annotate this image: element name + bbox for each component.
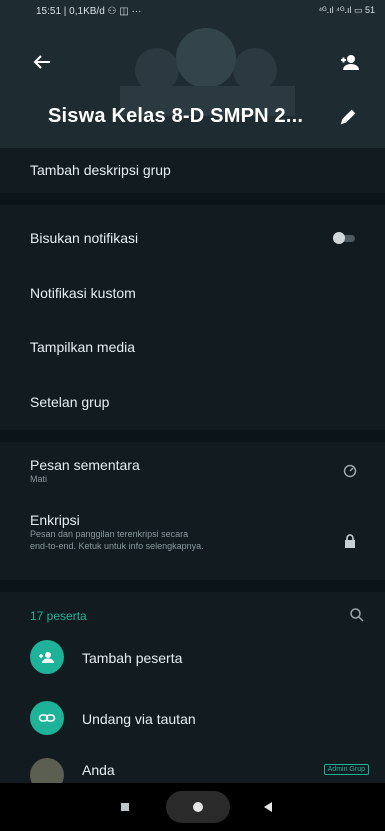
encryption-title: Enkripsi <box>30 512 80 528</box>
add-description-link[interactable]: Tambah deskripsi grup <box>30 162 171 178</box>
member-name[interactable]: Anda <box>82 762 115 778</box>
group-title: Siswa Kelas 8-D SMPN 2... <box>48 105 304 127</box>
lock-icon <box>345 534 355 548</box>
invite-link-label[interactable]: Undang via tautan <box>82 711 196 727</box>
status-bar: 15:51 | 0,1KB/d ⚇ ◫ ··· ⁴ᴳ.ıl ⁴ᴳ.ıl ▭ 51 <box>0 0 385 24</box>
disappearing-title: Pesan sementara <box>30 457 140 473</box>
disappearing-messages[interactable]: Pesan sementara Mati <box>30 457 140 485</box>
description-card: Tambah deskripsi grup <box>0 148 385 193</box>
encryption-desc-line1: Pesan dan panggilan terenkripsi secara <box>30 529 189 539</box>
home-button[interactable] <box>166 791 230 823</box>
settings-card: Bisukan notifikasi Notifikasi kustom Tam… <box>0 205 385 430</box>
link-icon <box>38 714 56 722</box>
participants-card: 17 peserta Tambah peserta Undang via tau… <box>0 592 385 792</box>
add-participant-icon[interactable] <box>339 50 363 74</box>
edit-pencil-icon[interactable] <box>337 106 359 128</box>
status-right: ⁴ᴳ.ıl ⁴ᴳ.ıl ▭ 51 <box>318 5 375 15</box>
participant-count: 17 peserta <box>30 609 87 623</box>
invite-link-button[interactable] <box>30 701 64 735</box>
custom-notifications[interactable]: Notifikasi kustom <box>30 285 136 301</box>
admin-badge: Admin Grup <box>323 764 369 775</box>
encryption-info[interactable]: Enkripsi Pesan dan panggilan terenkripsi… <box>30 512 320 552</box>
back-nav-icon[interactable] <box>262 801 274 813</box>
search-icon[interactable] <box>349 607 365 623</box>
encryption-desc-line2: end-to-end. Ketuk untuk info selengkapny… <box>30 541 204 551</box>
show-media[interactable]: Tampilkan media <box>30 339 135 355</box>
disappearing-status: Mati <box>30 474 48 484</box>
timer-icon <box>343 464 357 478</box>
mute-notifications[interactable]: Bisukan notifikasi <box>30 230 138 246</box>
add-participant-label[interactable]: Tambah peserta <box>82 650 182 666</box>
add-person-icon <box>39 652 54 663</box>
privacy-card: Pesan sementara Mati Enkripsi Pesan dan … <box>0 442 385 580</box>
mute-toggle[interactable] <box>333 232 355 244</box>
add-participant-button[interactable] <box>30 640 64 674</box>
group-header: 15:51 | 0,1KB/d ⚇ ◫ ··· ⁴ᴳ.ıl ⁴ᴳ.ıl ▭ 51… <box>0 0 385 148</box>
group-settings[interactable]: Setelan grup <box>30 394 109 410</box>
back-arrow-icon[interactable] <box>30 50 54 74</box>
system-nav-bar <box>0 783 385 831</box>
recents-icon[interactable] <box>121 803 129 811</box>
home-icon <box>193 802 203 812</box>
status-left: 15:51 | 0,1KB/d ⚇ ◫ ··· <box>36 6 142 17</box>
